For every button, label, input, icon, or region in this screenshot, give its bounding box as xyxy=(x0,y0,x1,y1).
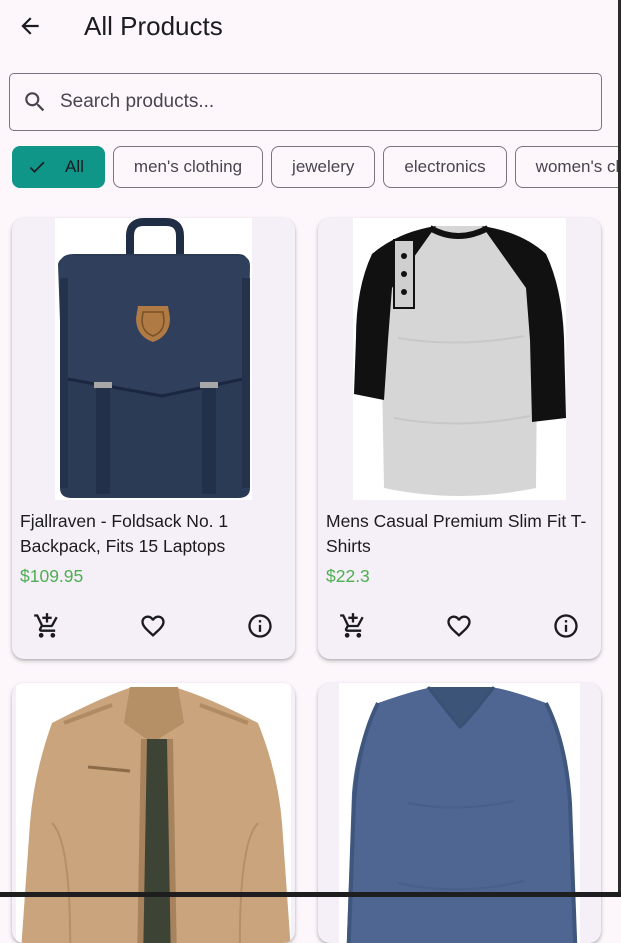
product-card[interactable]: Fjallraven - Foldsack No. 1 Backpack, Fi… xyxy=(12,218,295,659)
window-bottom-edge xyxy=(0,892,621,897)
product-card[interactable] xyxy=(318,683,601,943)
product-card[interactable]: Mens Casual Premium Slim Fit T-Shirts $2… xyxy=(318,218,601,659)
product-title[interactable]: Fjallraven - Foldsack No. 1 Backpack, Fi… xyxy=(20,509,290,559)
chip-all[interactable]: All xyxy=(12,146,105,188)
chip-label: women's clothing xyxy=(535,157,618,176)
card-actions xyxy=(12,608,295,644)
favorite-button[interactable] xyxy=(443,610,475,642)
app-bar: All Products xyxy=(0,0,618,52)
chip-womens-clothing[interactable]: women's clothing xyxy=(514,146,618,188)
search-input[interactable] xyxy=(60,82,601,122)
back-button[interactable] xyxy=(10,6,50,46)
search-icon xyxy=(22,89,48,115)
chip-electronics[interactable]: electronics xyxy=(383,146,507,188)
chip-label: electronics xyxy=(404,157,486,176)
product-price: $22.3 xyxy=(326,566,370,586)
product-title[interactable]: Mens Casual Premium Slim Fit T-Shirts xyxy=(326,509,596,559)
chip-jewelery[interactable]: jewelery xyxy=(271,146,376,188)
favorite-border-icon xyxy=(141,615,165,637)
arrow-back-icon xyxy=(21,17,39,35)
card-actions xyxy=(318,608,601,644)
product-price: $109.95 xyxy=(20,566,84,586)
chip-label: All xyxy=(65,157,84,176)
chip-label: men's clothing xyxy=(133,157,243,176)
check-icon xyxy=(27,157,47,177)
search-field[interactable] xyxy=(9,73,602,131)
chip-mens-clothing[interactable]: men's clothing xyxy=(112,146,264,188)
page-title: All Products xyxy=(84,11,223,41)
long-sleeve-shirt-image xyxy=(346,686,578,943)
info-button[interactable] xyxy=(244,610,276,642)
jacket-image xyxy=(21,687,291,943)
backpack-image xyxy=(58,218,250,498)
info-outline-icon xyxy=(248,614,272,638)
favorite-border-icon xyxy=(447,615,471,637)
chip-label: jewelery xyxy=(292,157,355,176)
add-shopping-cart-icon xyxy=(340,613,364,638)
category-chip-row: All men's clothing jewelery electronics … xyxy=(12,146,618,188)
favorite-button[interactable] xyxy=(137,610,169,642)
info-outline-icon xyxy=(554,614,578,638)
add-to-cart-button[interactable] xyxy=(31,610,63,642)
add-to-cart-button[interactable] xyxy=(337,610,369,642)
product-card[interactable] xyxy=(12,683,295,943)
add-shopping-cart-icon xyxy=(34,613,58,638)
raglan-shirt-image xyxy=(354,225,566,496)
info-button[interactable] xyxy=(550,610,582,642)
